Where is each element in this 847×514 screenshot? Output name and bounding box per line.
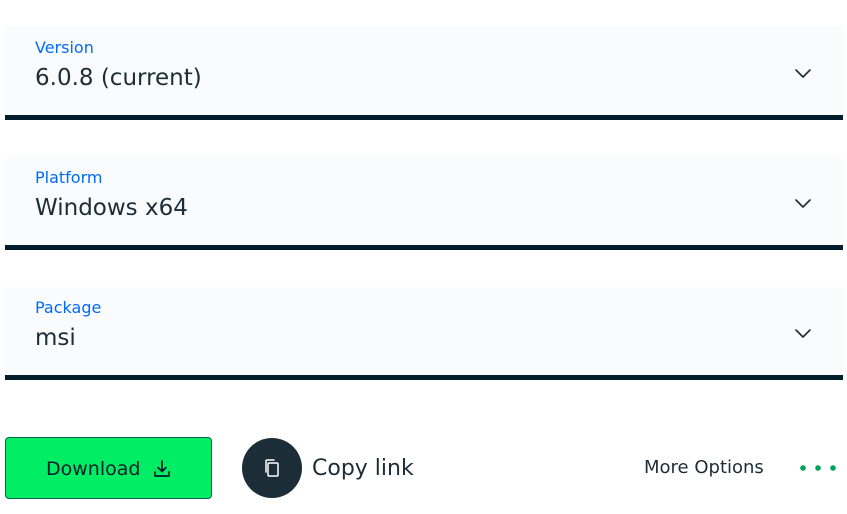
platform-select[interactable]: Platform Windows x64 — [5, 157, 843, 250]
download-icon — [154, 460, 170, 477]
version-value: 6.0.8 (current) — [35, 65, 202, 91]
more-options-link[interactable]: More Options — [644, 456, 764, 480]
ellipsis-icon[interactable] — [799, 463, 837, 473]
chevron-down-icon — [795, 329, 811, 338]
copy-link-button[interactable] — [242, 438, 302, 498]
platform-value: Windows x64 — [35, 195, 188, 221]
version-select[interactable]: Version 6.0.8 (current) — [5, 27, 843, 120]
version-label: Version — [35, 38, 94, 57]
chevron-down-icon — [795, 199, 811, 208]
copy-link-label[interactable]: Copy link — [312, 455, 414, 483]
package-label: Package — [35, 298, 102, 317]
download-button-label: Download — [46, 458, 141, 480]
platform-label: Platform — [35, 168, 103, 187]
copy-icon — [265, 459, 279, 477]
chevron-down-icon — [795, 69, 811, 78]
package-select[interactable]: Package msi — [5, 287, 843, 380]
package-value: msi — [35, 325, 76, 351]
download-button[interactable]: Download — [5, 437, 212, 499]
